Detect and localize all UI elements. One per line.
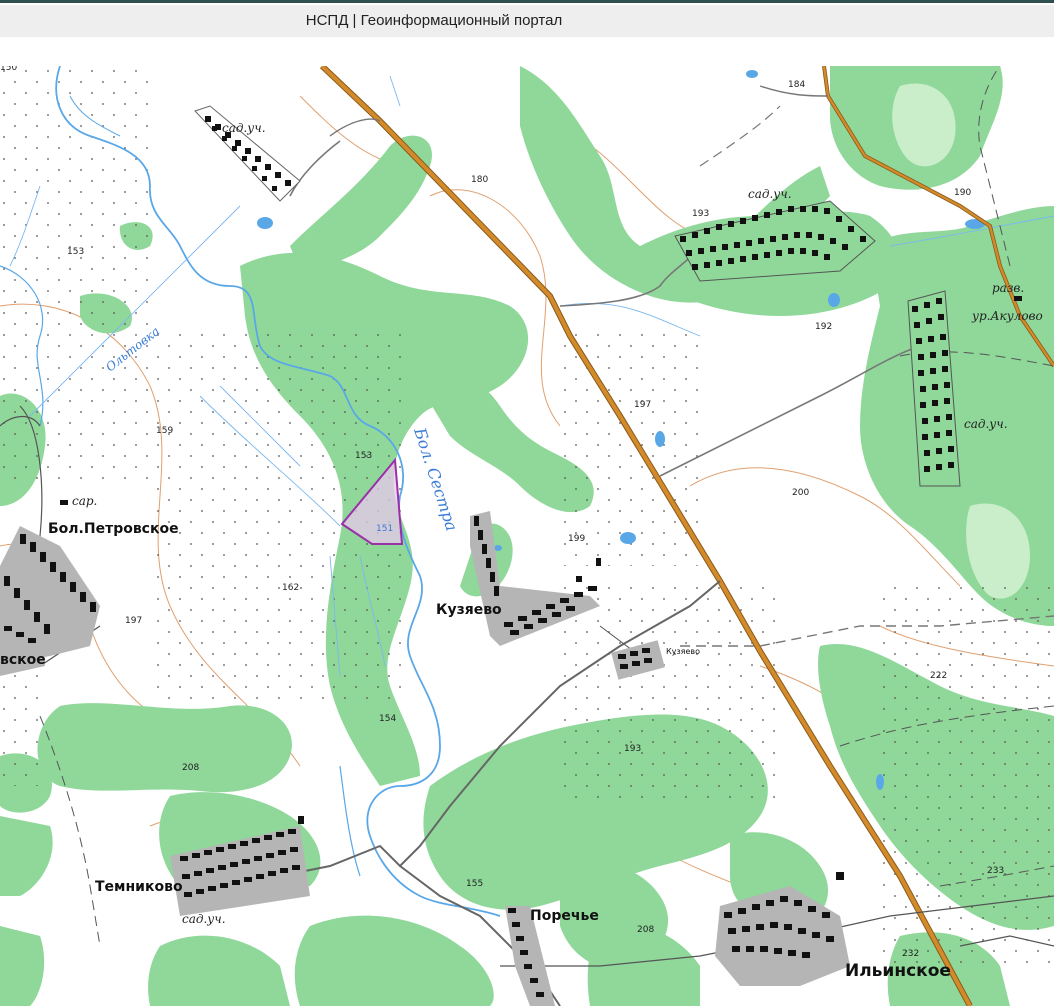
label-ilyinskoe: Ильинское <box>845 961 951 981</box>
elevation-150: 150 <box>0 66 17 73</box>
elevation-232: 232 <box>902 949 919 959</box>
elevation-197-east: 197 <box>634 400 651 410</box>
portal-header: НСПД | Геоинформационный портал <box>0 0 1054 67</box>
elevation-193-north: 193 <box>692 209 709 219</box>
elevation-153-west: 153 <box>67 247 84 257</box>
topographic-map[interactable]: Бол.Петровское Кузяево Темниково Поречье… <box>0 66 1054 1006</box>
parcel-number: 151 <box>376 524 393 534</box>
elevation-155: 155 <box>466 879 483 889</box>
elevation-159: 159 <box>156 426 173 436</box>
elevation-233: 233 <box>987 866 1004 876</box>
elevation-222: 222 <box>930 671 947 681</box>
label-sad-uch-northeast: сад.уч. <box>748 187 792 201</box>
elevation-180: 180 <box>471 175 488 185</box>
elevation-200: 200 <box>792 488 809 498</box>
label-bol-petrovskoe: Бол.Петровское <box>48 521 179 537</box>
label-sar: сар. <box>72 494 97 508</box>
label-razv: разв. <box>992 281 1024 295</box>
elevation-193-south: 193 <box>624 744 641 754</box>
elevation-199: 199 <box>568 534 585 544</box>
label-sad-uch-south: сад.уч. <box>182 912 226 926</box>
elevation-153-center: 153 <box>355 451 372 461</box>
elevation-197-west: 197 <box>125 616 142 626</box>
label-kuzyaevo: Кузяево <box>436 602 502 618</box>
label-porechye: Поречье <box>530 908 599 924</box>
label-sad-uch-east: сад.уч. <box>964 417 1008 431</box>
elevation-208-west: 208 <box>182 763 199 773</box>
label-sad-uch-north: сад.уч. <box>222 121 266 135</box>
elevation-184: 184 <box>788 80 805 90</box>
elevation-154: 154 <box>379 714 396 724</box>
map-canvas[interactable]: Бол.Петровское Кузяево Темниково Поречье… <box>0 66 1054 1006</box>
label-ur-akulovo: ур.Акулово <box>971 309 1043 323</box>
label-vskoe: вское <box>0 652 46 668</box>
page-title: НСПД | Геоинформационный портал <box>305 12 563 29</box>
elevation-162: 162 <box>282 583 299 593</box>
label-temnikovo: Темниково <box>95 879 183 895</box>
elevation-208-south: 208 <box>637 925 654 935</box>
elevation-190: 190 <box>954 188 971 198</box>
elevation-192: 192 <box>815 322 832 332</box>
label-kuzyaevo-small: Кузяево <box>666 647 700 656</box>
header-accent-strip <box>0 0 1054 3</box>
